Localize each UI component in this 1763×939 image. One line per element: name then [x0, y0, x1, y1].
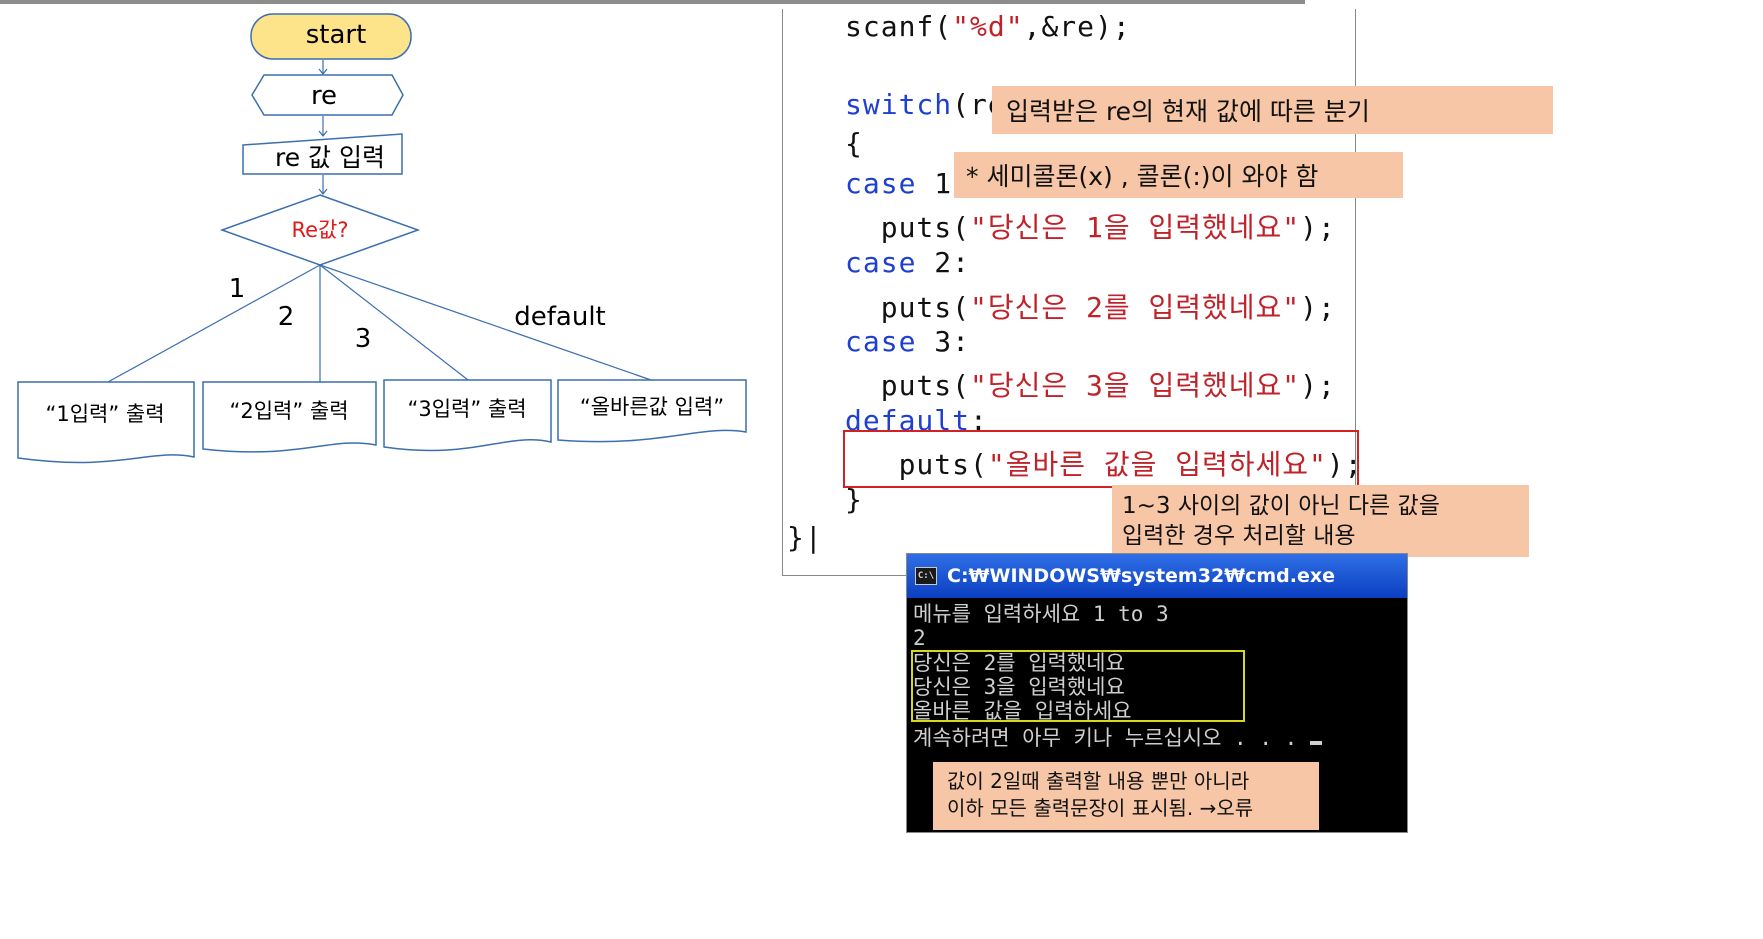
start-label: start — [306, 20, 367, 50]
decision-label: Re값? — [291, 218, 348, 242]
code-token: 3: — [916, 325, 971, 358]
console-window: C:\ C:₩WINDOWS₩system32₩cmd.exe 메뉴를 입력하세… — [906, 553, 1408, 833]
code-string: "당신은 2를 입력했네요" — [970, 291, 1301, 324]
code-line: puts("당신은 1을 입력했네요"); — [845, 206, 1336, 246]
console-line-6: 계속하려면 아무 키나 누르십시오 . . . — [913, 726, 1322, 750]
code-token: ); — [1300, 211, 1336, 244]
code-line: case 2: — [845, 246, 970, 279]
code-line: { — [845, 127, 863, 160]
console-note: 값이 2일때 출력할 내용 뿐만 아니라 이하 모든 출력문장이 표시됨. →오… — [933, 762, 1319, 830]
code-token: { — [845, 127, 863, 160]
branch-label-1: 1 — [229, 274, 246, 304]
branch-line-3 — [319, 264, 469, 381]
branch-label-default: default — [514, 302, 605, 332]
code-token: scanf( — [845, 10, 953, 43]
code-string: "당신은 1을 입력했네요" — [970, 211, 1301, 244]
code-string: "%d" — [952, 10, 1024, 43]
console-app-icon: C:\ — [915, 567, 937, 585]
code-token: ,&re); — [1023, 10, 1131, 43]
output-label-3: “3입력” 출력 — [407, 397, 526, 421]
code-line: puts("당신은 2를 입력했네요"); — [845, 286, 1336, 326]
code-token: 2: — [916, 246, 971, 279]
code-keyword: switch — [845, 88, 953, 121]
code-keyword: case — [845, 325, 917, 358]
code-token: }| — [787, 521, 823, 554]
code-line: case 3: — [845, 325, 970, 358]
code-token: puts( — [845, 291, 971, 324]
output-label-1: “1입력” 출력 — [45, 402, 164, 426]
note-colon: * 세미콜론(x) , 콜론(:)이 와야 함 — [954, 152, 1403, 198]
default-highlight-box — [843, 430, 1359, 488]
branch-label-3: 3 — [355, 324, 372, 354]
branch-label-2: 2 — [278, 302, 295, 332]
code-string: "당신은 3을 입력했네요" — [970, 369, 1301, 402]
output-label-2: “2입력” 출력 — [229, 399, 348, 423]
output-label-default: “올바른값 입력” — [580, 395, 724, 419]
console-line-2: 2 — [913, 626, 926, 650]
var-label: re — [311, 81, 337, 111]
console-prompt-text: 계속하려면 아무 키나 누르십시오 . . . — [913, 726, 1298, 750]
note-switch: 입력받은 re의 현재 값에 따른 분기 — [992, 86, 1553, 134]
code-token: ); — [1300, 369, 1336, 402]
code-token: puts( — [845, 369, 971, 402]
console-line-1: 메뉴를 입력하세요 1 to 3 — [913, 602, 1169, 626]
code-line: puts("당신은 3을 입력했네요"); — [845, 364, 1336, 404]
code-line: case 1: — [845, 167, 970, 200]
note-default: 1~3 사이의 값이 아닌 다른 값을 입력한 경우 처리할 내용 — [1112, 485, 1529, 557]
code-keyword: case — [845, 167, 917, 200]
console-cursor — [1309, 741, 1322, 745]
code-line: scanf("%d",&re); — [845, 10, 1131, 43]
console-titlebar[interactable]: C:\ C:₩WINDOWS₩system32₩cmd.exe — [907, 554, 1407, 598]
code-token: ); — [1300, 291, 1336, 324]
flowchart: start re re 값 입력 Re값? 1 2 3 default “1입력… — [17, 13, 747, 464]
code-keyword: case — [845, 246, 917, 279]
code-token: puts( — [845, 211, 971, 244]
input-label: re 값 입력 — [275, 143, 385, 172]
output-highlight-box — [911, 650, 1245, 722]
console-title: C:₩WINDOWS₩system32₩cmd.exe — [947, 565, 1336, 587]
code-line: }| — [787, 521, 823, 554]
